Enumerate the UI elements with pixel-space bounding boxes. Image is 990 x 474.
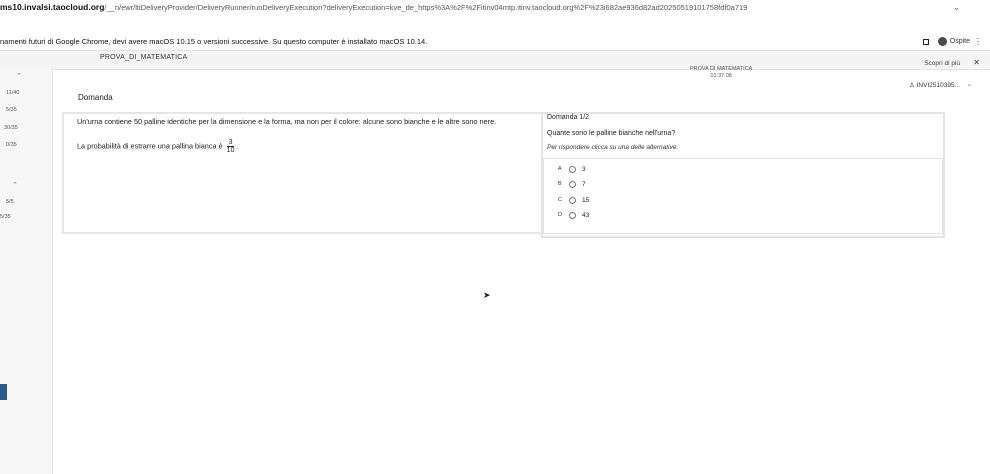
timer: 01:37:08 <box>710 73 732 79</box>
choice-letter: A <box>558 166 562 172</box>
avatar-icon[interactable] <box>937 37 947 46</box>
sidebar-item-count[interactable]: 11/40 <box>6 90 19 96</box>
sidebar-item-count[interactable]: 5/5 <box>6 199 14 205</box>
sidebar-item-count[interactable]: 5/35 <box>6 107 17 113</box>
fraction-period: . <box>236 141 239 151</box>
radio-button[interactable] <box>569 180 576 188</box>
choice-letter: C <box>558 197 562 203</box>
radio-button[interactable] <box>569 211 576 219</box>
window-icon[interactable] <box>922 38 929 45</box>
test-center-label: PROVA DI MATEMATICA <box>690 66 753 72</box>
question-stem: Un'urna contiene 50 palline identiche pe… <box>77 117 497 126</box>
choice-b[interactable]: B 7 <box>558 179 586 189</box>
user-icon: ♙ <box>908 82 915 89</box>
radio-button[interactable] <box>569 196 576 204</box>
collapse-icon[interactable]: ⌃ <box>12 181 18 189</box>
choice-d[interactable]: D 43 <box>558 210 589 220</box>
choice-value: 43 <box>582 211 590 219</box>
navigation-sidebar: ⌃ 11/40 5/35 30/35 0/35 ⌃ 5/5 5/35 <box>0 68 53 474</box>
learn-more-link[interactable]: Scopri di più <box>924 60 960 67</box>
user-label: INVI2510395... <box>916 82 960 89</box>
radio-button[interactable] <box>569 165 576 173</box>
mouse-cursor-icon: ➤ <box>483 290 491 300</box>
address-bar[interactable]: ms10.invalsi.taocloud.org/__n/ewr/ltiDel… <box>0 0 990 16</box>
choice-letter: D <box>558 212 562 218</box>
probability-label: La probabilità di estrarre una pallina b… <box>77 141 223 151</box>
question-stimulus-panel <box>62 112 544 234</box>
url-host: ms10.invalsi.taocloud.org <box>0 2 105 12</box>
sidebar-item-count[interactable]: 5/35 <box>0 214 11 220</box>
choice-letter: B <box>558 181 562 187</box>
choice-value: 7 <box>582 180 586 188</box>
sidebar-item-count[interactable]: 0/35 <box>6 142 17 148</box>
response-header: Domanda 1/2 <box>547 114 590 121</box>
profile-area[interactable]: Ospite <box>922 37 970 46</box>
user-dropdown-icon[interactable]: ⌄ <box>967 81 972 88</box>
fraction-denominator: 10 <box>226 147 235 154</box>
question-name: Domanda <box>78 93 113 102</box>
choice-a[interactable]: A 3 <box>558 164 586 174</box>
response-prompt: Quante sono le palline bianche nell'urna… <box>547 130 676 137</box>
choice-value: 15 <box>582 196 590 204</box>
user-id[interactable]: ♙ INVI2510395... <box>909 81 960 89</box>
kebab-menu-icon[interactable]: ⋮ <box>974 37 982 46</box>
guest-label: Ospite <box>949 38 970 45</box>
collapse-icon[interactable]: ⌃ <box>16 72 22 80</box>
url-text[interactable]: ms10.invalsi.taocloud.org/__n/ewr/ltiDel… <box>0 2 747 12</box>
close-icon[interactable]: ✕ <box>973 58 980 67</box>
url-path: /__n/ewr/ltiDeliveryProvider/DeliveryRun… <box>104 3 748 12</box>
fraction-numerator: 3 <box>226 139 235 147</box>
choice-c[interactable]: C 15 <box>558 195 589 205</box>
choice-list: A 3 B 7 C 15 D 43 <box>543 158 943 234</box>
response-hint: Per rispondere clicca su una delle alter… <box>547 144 679 151</box>
probability-text: La probabilità di estrarre una pallina b… <box>77 139 239 154</box>
active-section-indicator <box>0 384 7 400</box>
test-title: PROVA_DI_MATEMATICA <box>100 54 188 61</box>
sidebar-item-count[interactable]: 30/35 <box>4 125 18 131</box>
fraction: 3 10 <box>226 139 235 154</box>
update-infobar-text: namenti futuri di Google Chrome, devi av… <box>0 37 428 46</box>
test-header-center: PROVA DI MATEMATICA 01:37:08 <box>690 66 752 80</box>
choice-value: 3 <box>582 165 586 173</box>
chevron-down-icon[interactable]: ⌄ <box>953 3 960 12</box>
